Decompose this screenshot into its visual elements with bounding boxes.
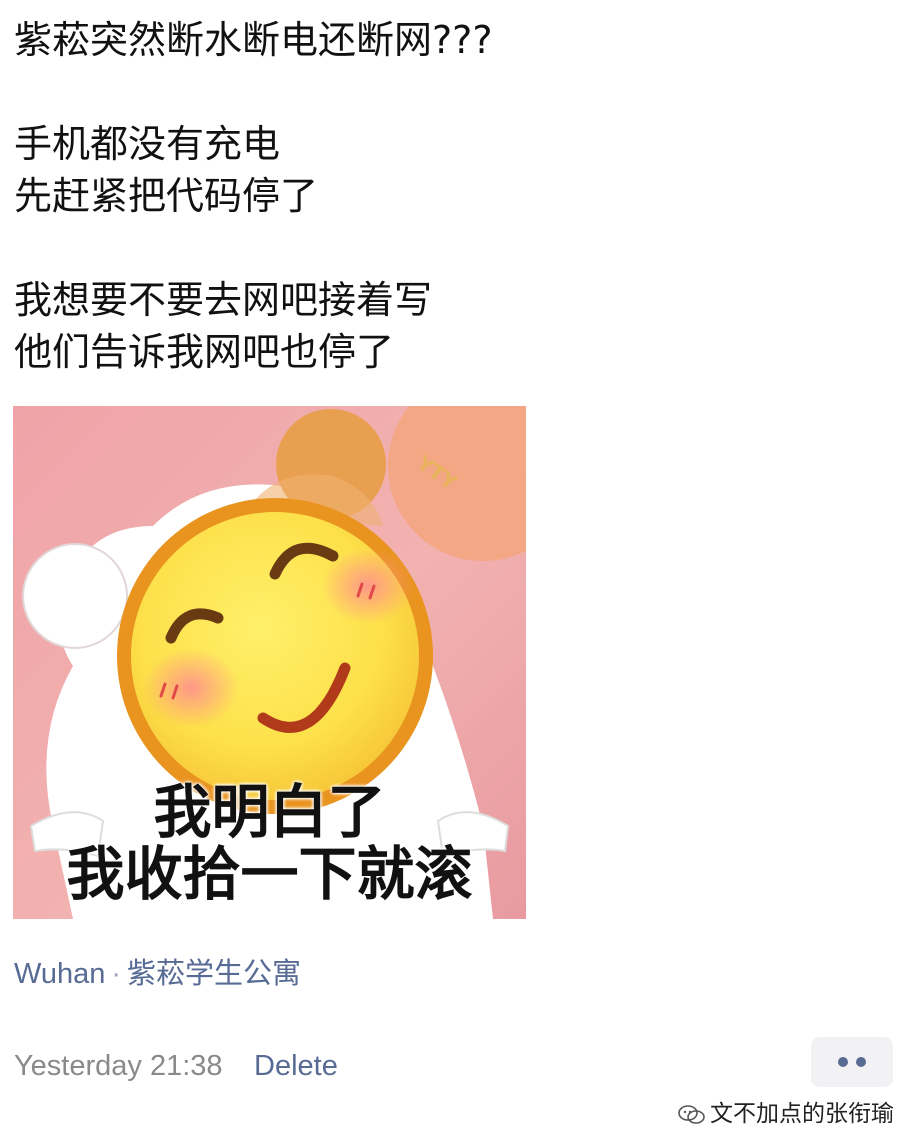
meme-image[interactable]: YTY 我明白了 我收拾一下就滚 <box>13 406 526 919</box>
location-separator: · <box>111 958 122 990</box>
more-button[interactable] <box>811 1037 893 1087</box>
location-city[interactable]: Wuhan <box>14 958 105 990</box>
post-line: 手机都没有充电 <box>14 122 281 166</box>
source-watermark: 文不加点的张衔瑜 <box>678 1094 894 1128</box>
post-line: 紫菘突然断水断电还断网??? <box>14 18 493 62</box>
meme-caption-line1: 我明白了 <box>153 778 386 846</box>
more-dots-icon <box>856 1057 866 1067</box>
more-dots-icon <box>838 1057 848 1067</box>
watermark-text: 文不加点的张衔瑜 <box>710 1101 894 1127</box>
delete-button[interactable]: Delete <box>254 1050 338 1083</box>
post-line: 先赶紧把代码停了 <box>14 174 319 218</box>
post-line: 我想要不要去网吧接着写 <box>14 278 433 322</box>
left-ear <box>22 543 128 649</box>
left-blush <box>143 648 239 728</box>
wechat-icon <box>678 1104 705 1124</box>
post-text: 紫菘突然断水断电还断网??? 手机都没有充电 先赶紧把代码停了 我想要不要去网吧… <box>14 14 894 378</box>
location-place[interactable]: 紫菘学生公寓 <box>127 958 301 990</box>
post-timestamp: Yesterday 21:38 <box>14 1050 223 1082</box>
post-line: 他们告诉我网吧也停了 <box>14 330 395 374</box>
location-tag[interactable]: Wuhan · 紫菘学生公寓 <box>14 950 301 992</box>
meme-caption-line2: 我收拾一下就滚 <box>66 840 473 908</box>
